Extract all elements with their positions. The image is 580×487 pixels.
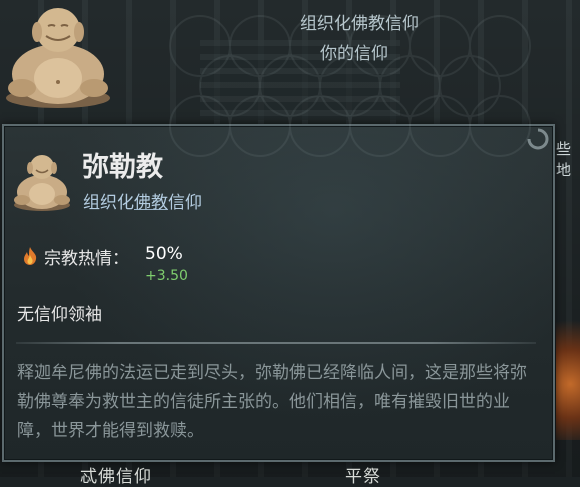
subtitle-suffix: 信仰 [168, 193, 202, 213]
bottom-right-partial-label: 平祭 [345, 467, 381, 487]
faith-subtitle: 组织化佛教信仰 [83, 188, 202, 213]
loading-spinner-icon [527, 128, 549, 150]
right-partial-label: 些地 [556, 140, 572, 179]
faith-description: 释迦牟尼佛的法运已走到尽头，弥勒佛已经降临人间，这是那些将弥勒佛尊奉为救世主的信… [17, 363, 527, 441]
bottom-left-partial-label: 忒佛信仰 [80, 467, 152, 487]
fervor-value: 50% [145, 244, 183, 264]
tooltip-background-pattern [169, 15, 531, 157]
religion-link[interactable]: 佛教 [134, 193, 168, 213]
buddha-statue-icon [14, 155, 70, 211]
right-fire-glow [556, 300, 580, 440]
faith-leader-status: 无信仰领袖 [17, 305, 102, 325]
section-divider [16, 342, 536, 344]
faith-buddha-icon-large [6, 8, 110, 108]
faith-title: 弥勒教 [82, 152, 163, 183]
fervor-change: +3.50 [145, 268, 188, 284]
fervor-label: 宗教热情： [44, 249, 129, 269]
subtitle-prefix: 组织化 [83, 193, 134, 213]
fire-icon [24, 247, 37, 265]
